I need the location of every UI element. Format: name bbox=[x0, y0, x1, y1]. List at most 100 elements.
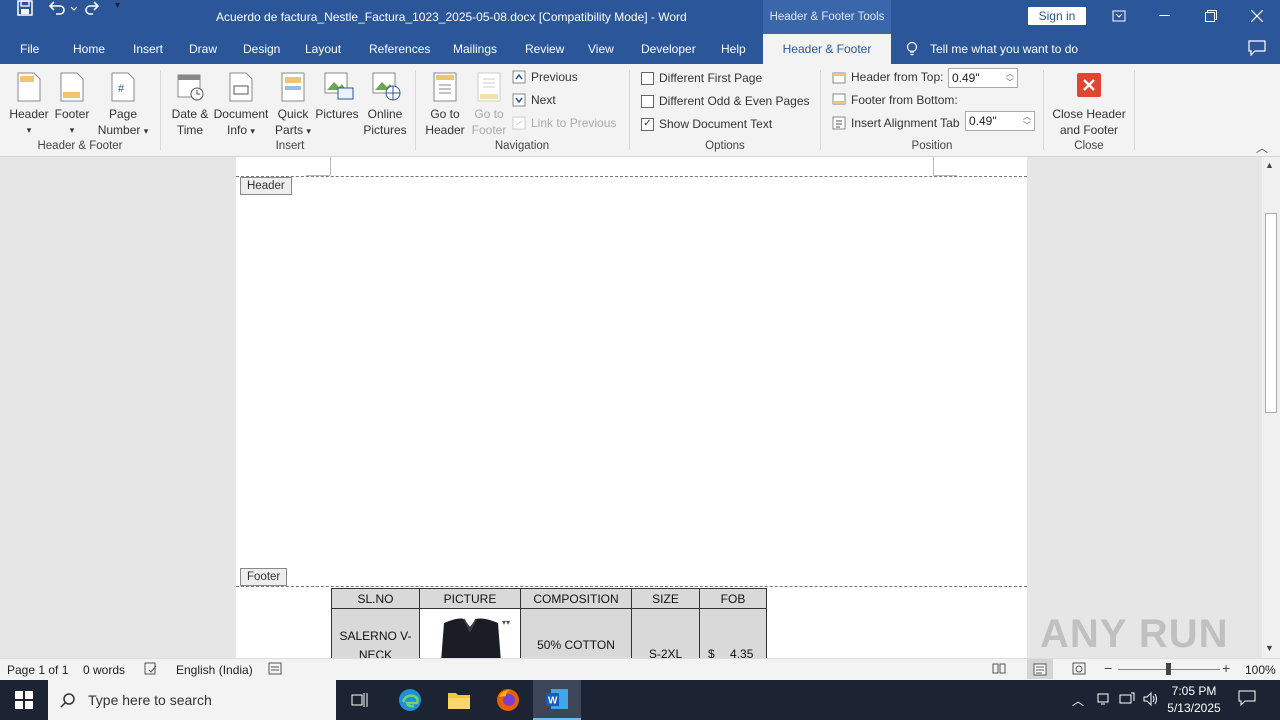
scrollbar-thumb[interactable] bbox=[1265, 213, 1277, 413]
group-divider bbox=[1134, 70, 1135, 150]
collapse-ribbon-icon[interactable]: ︿ bbox=[1256, 139, 1268, 156]
restore-icon[interactable] bbox=[1188, 0, 1234, 32]
tab-layout[interactable]: Layout bbox=[305, 34, 341, 64]
header-tag: Header bbox=[240, 177, 292, 195]
tell-me-search[interactable]: Tell me what you want to do bbox=[906, 34, 1078, 64]
chevron-down-icon: ▾ bbox=[69, 125, 75, 135]
close-header-footer-button[interactable]: Close Header and Footer bbox=[1050, 72, 1128, 138]
word-taskbar-icon[interactable]: W bbox=[533, 680, 581, 720]
pictures-button[interactable]: Pictures bbox=[314, 72, 360, 122]
tab-mailings[interactable]: Mailings bbox=[453, 34, 497, 64]
spinner-arrows-icon[interactable]: ︿ ﹀ bbox=[1006, 69, 1014, 87]
proofing-icon[interactable] bbox=[144, 662, 158, 678]
scroll-up-icon[interactable]: ▲ bbox=[1265, 160, 1274, 170]
header-from-top-input[interactable]: 0.49" ︿ ﹀ bbox=[948, 68, 1018, 88]
tab-design[interactable]: Design bbox=[243, 34, 280, 64]
tab-file[interactable]: File bbox=[20, 34, 39, 64]
header-from-top-label: Header from Top: bbox=[851, 70, 944, 84]
product-table[interactable]: SL.NO PICTURE COMPOSITION SIZE FOB SALER… bbox=[331, 588, 767, 658]
undo-icon[interactable] bbox=[47, 0, 81, 19]
group-label-options: Options bbox=[705, 140, 745, 152]
go-to-header-label-2: Header bbox=[425, 123, 465, 137]
start-button[interactable] bbox=[0, 680, 48, 720]
different-odd-even-checkbox[interactable]: Different Odd & Even Pages bbox=[641, 94, 810, 108]
next-section-icon bbox=[512, 93, 526, 107]
macro-recording-icon[interactable] bbox=[268, 662, 282, 678]
table-header-cell: SIZE bbox=[631, 588, 700, 609]
group-divider bbox=[820, 70, 821, 150]
close-window-icon[interactable] bbox=[1234, 0, 1280, 32]
header-position-icon bbox=[832, 72, 846, 84]
different-first-page-checkbox[interactable]: Different First Page bbox=[641, 71, 762, 85]
page-number-button[interactable]: # Page Number ▾ bbox=[95, 72, 151, 139]
table-header-cell: SL.NO bbox=[331, 588, 420, 609]
document-page[interactable]: Header Footer SL.NO PICTURE COMPOSITION … bbox=[236, 157, 1027, 658]
header-from-top-label-group: Header from Top: bbox=[832, 70, 944, 84]
spinner-arrows-icon[interactable]: ︿ ﹀ bbox=[1023, 112, 1031, 130]
customize-qat-icon[interactable]: ▾ bbox=[115, 0, 120, 11]
ribbon-display-options-icon[interactable] bbox=[1096, 0, 1142, 32]
network-tray-icon[interactable] bbox=[1096, 692, 1110, 709]
save-icon[interactable] bbox=[17, 0, 33, 19]
edge-icon[interactable] bbox=[386, 680, 434, 720]
tab-home[interactable]: Home bbox=[73, 34, 105, 64]
link-to-previous-button[interactable]: Link to Previous bbox=[512, 116, 616, 130]
clock-time: 7:05 PM bbox=[1171, 684, 1217, 698]
group-label-navigation: Navigation bbox=[494, 140, 550, 152]
language-indicator[interactable]: English (India) bbox=[176, 663, 253, 677]
notifications-icon[interactable] bbox=[1238, 690, 1256, 709]
tab-references[interactable]: References bbox=[369, 34, 430, 64]
web-layout-icon[interactable] bbox=[1072, 662, 1086, 678]
quick-parts-button[interactable]: Quick Parts ▾ bbox=[272, 72, 314, 139]
tab-developer[interactable]: Developer bbox=[641, 34, 696, 64]
go-to-header-button[interactable]: Go to Header bbox=[423, 72, 467, 138]
comments-icon[interactable] bbox=[1248, 40, 1266, 59]
zoom-out-icon[interactable]: − bbox=[1104, 660, 1112, 676]
table-row: SALERNO V- NECK ▾▾ 50% COTTON S-2XL $ 4.… bbox=[331, 608, 767, 658]
tab-header-footer[interactable]: Header & Footer bbox=[763, 34, 891, 64]
taskbar-search[interactable]: Type here to search bbox=[48, 680, 336, 720]
checkbox-box bbox=[641, 94, 654, 108]
table-cell-fob: $ 4.35 bbox=[699, 608, 767, 658]
clock[interactable]: 7:05 PM 5/13/2025 bbox=[1166, 683, 1222, 717]
sweater-image: ▾▾ bbox=[441, 618, 510, 658]
windows-logo-icon bbox=[15, 691, 33, 709]
document-info-icon bbox=[228, 72, 254, 102]
zoom-slider-thumb[interactable] bbox=[1166, 663, 1171, 675]
document-info-button[interactable]: Document Info ▾ bbox=[212, 72, 270, 139]
go-to-footer-button[interactable]: Go to Footer bbox=[467, 72, 511, 138]
firefox-icon[interactable] bbox=[484, 680, 532, 720]
tab-draw[interactable]: Draw bbox=[189, 34, 217, 64]
date-time-button[interactable]: Date & Time bbox=[168, 72, 212, 138]
table-cell-size: S-2XL bbox=[631, 608, 700, 658]
print-layout-icon[interactable] bbox=[1027, 659, 1053, 679]
footer-from-bottom-input[interactable]: 0.49" ︿ ﹀ bbox=[965, 111, 1035, 131]
show-hidden-icons-icon[interactable]: ︿ bbox=[1072, 692, 1084, 709]
previous-button[interactable]: Previous bbox=[512, 70, 578, 84]
group-label-position: Position bbox=[911, 140, 953, 152]
zoom-level[interactable]: 100% bbox=[1245, 663, 1276, 677]
zoom-in-icon[interactable]: + bbox=[1222, 660, 1230, 676]
display-tray-icon[interactable] bbox=[1119, 692, 1135, 709]
next-button[interactable]: Next bbox=[512, 93, 556, 107]
online-pictures-button[interactable]: Online Pictures bbox=[362, 72, 408, 138]
header-boundary-line bbox=[236, 176, 1027, 177]
footer-button[interactable]: Footer ▾ bbox=[52, 72, 92, 138]
page-count[interactable]: Page 1 of 1 bbox=[7, 663, 68, 677]
header-button[interactable]: Header ▾ bbox=[8, 72, 50, 138]
tab-review[interactable]: Review bbox=[525, 34, 564, 64]
sign-in-button[interactable]: Sign in bbox=[1028, 7, 1086, 25]
show-document-text-checkbox[interactable]: ✓ Show Document Text bbox=[641, 117, 772, 131]
file-explorer-icon[interactable] bbox=[435, 680, 483, 720]
tab-help[interactable]: Help bbox=[721, 34, 746, 64]
task-view-icon[interactable] bbox=[336, 680, 384, 720]
volume-icon[interactable] bbox=[1142, 691, 1158, 710]
word-count[interactable]: 0 words bbox=[83, 663, 125, 677]
minimize-icon[interactable] bbox=[1142, 0, 1188, 32]
insert-alignment-tab-button[interactable]: Insert Alignment Tab bbox=[832, 116, 960, 130]
tab-insert[interactable]: Insert bbox=[133, 34, 163, 64]
read-mode-icon[interactable] bbox=[992, 662, 1006, 678]
redo-icon[interactable] bbox=[85, 0, 101, 19]
scroll-down-icon[interactable]: ▼ bbox=[1265, 643, 1274, 653]
tab-view[interactable]: View bbox=[588, 34, 614, 64]
